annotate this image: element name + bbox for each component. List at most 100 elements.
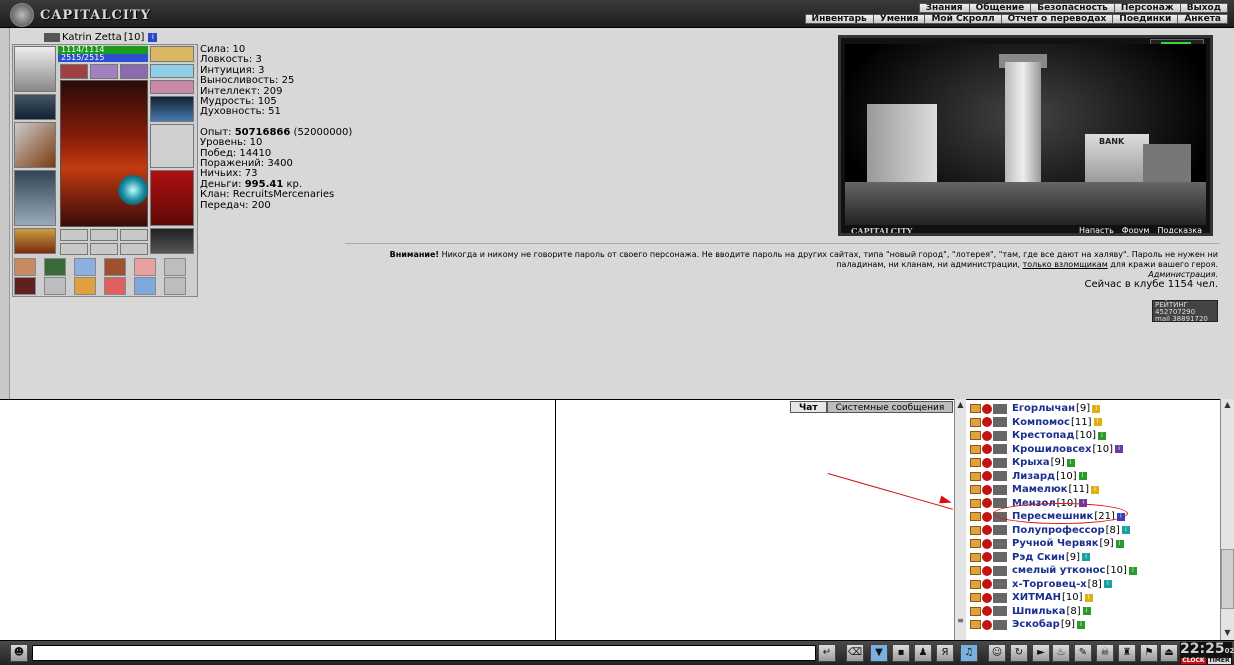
attack-link[interactable]: Напасть	[1079, 226, 1114, 233]
info-icon[interactable]: i	[1084, 593, 1093, 602]
bracers-slot[interactable]	[14, 94, 56, 120]
user-list-item[interactable]: смелый утконос [10] i	[970, 564, 1137, 577]
user-name[interactable]: Крестопад	[1012, 430, 1074, 441]
info-icon[interactable]: i	[1066, 458, 1075, 467]
userlist-scrollbar[interactable]: ▲ ▼	[1220, 399, 1234, 640]
magic-slot-1[interactable]	[60, 64, 88, 79]
inventory-cell[interactable]	[44, 258, 66, 276]
scroll-up-icon[interactable]: ▲	[1221, 399, 1234, 411]
menu-exit[interactable]: Выход	[1179, 3, 1228, 13]
belt-slot[interactable]	[14, 228, 56, 254]
clan-icon[interactable]	[993, 538, 1007, 549]
user-list-item[interactable]: Крестопад [10] i	[970, 429, 1106, 442]
private-message-icon[interactable]	[970, 566, 981, 575]
clan-icon[interactable]	[993, 565, 1007, 576]
magic-slot-2[interactable]	[90, 64, 118, 79]
user-name[interactable]: Рэд Скин	[1012, 552, 1065, 563]
private-message-icon[interactable]	[970, 404, 981, 413]
menu-knowledge[interactable]: Знания	[918, 3, 969, 13]
inventory-cell[interactable]	[14, 258, 36, 276]
user-list-item[interactable]: Рэд Скин [9] i	[970, 551, 1091, 564]
user-list-item[interactable]: Егорлычан [9] i	[970, 402, 1101, 415]
info-icon[interactable]: i	[1092, 404, 1101, 413]
emoticon-icon[interactable]: ☺	[988, 644, 1006, 662]
clan-icon[interactable]	[993, 471, 1007, 481]
orb-item[interactable]	[118, 175, 148, 205]
city-banner[interactable]: BANK CAPITALCITY Напасть Форум Подсказка	[838, 35, 1213, 236]
user-list-item[interactable]: Шпилька [8] i	[970, 605, 1091, 618]
clan-icon[interactable]	[993, 619, 1007, 630]
skull-icon[interactable]: ☠	[1096, 644, 1114, 662]
inventory-cell[interactable]	[74, 258, 96, 276]
tab-system-messages[interactable]: Системные сообщения	[826, 401, 954, 413]
clan-icon[interactable]	[993, 552, 1007, 562]
info-icon[interactable]: i	[1091, 485, 1100, 494]
clan-icon[interactable]	[993, 606, 1007, 616]
empty-slot-5[interactable]	[90, 243, 118, 255]
info-icon[interactable]: i	[1093, 418, 1102, 426]
private-message-icon[interactable]	[970, 593, 981, 602]
info-icon[interactable]: i	[1115, 539, 1124, 548]
info-icon[interactable]: i	[1115, 445, 1124, 453]
private-message-icon[interactable]	[970, 498, 981, 508]
weapon-slot[interactable]	[14, 122, 56, 168]
info-icon[interactable]: i	[1128, 566, 1137, 575]
inventory-cell[interactable]	[134, 258, 156, 276]
user-list-item[interactable]: Мамелюк [11] i	[970, 483, 1100, 496]
user-name[interactable]: ХИТМАН	[1012, 592, 1061, 603]
boots-slot[interactable]	[150, 228, 194, 254]
clan-icon[interactable]	[993, 579, 1007, 589]
inventory-cell[interactable]	[104, 277, 126, 295]
empty-slot-1[interactable]	[60, 229, 88, 241]
private-message-icon[interactable]	[970, 620, 981, 629]
clan-icon[interactable]	[993, 457, 1007, 468]
smiley-icon[interactable]: ☻	[10, 644, 28, 662]
inventory-cell[interactable]	[14, 277, 36, 295]
user-name[interactable]: х-Торговец-х	[1012, 579, 1087, 590]
forum-link[interactable]: Форум	[1122, 226, 1150, 233]
scroll-up-icon[interactable]: ▲	[955, 399, 966, 411]
menu-character[interactable]: Персонаж	[1113, 3, 1180, 13]
potion-icon[interactable]: ♨	[1052, 644, 1070, 662]
private-message-icon[interactable]	[970, 579, 981, 589]
system-messages[interactable]	[556, 399, 954, 640]
user-list-item[interactable]: Крошиловсех [10] i	[970, 443, 1124, 456]
filter-icon[interactable]: ▼	[870, 644, 888, 662]
user-list-item[interactable]: х-Торговец-х [8] i	[970, 578, 1112, 591]
info-icon[interactable]: i	[1082, 607, 1091, 615]
scroll-down-icon[interactable]: ≡	[955, 615, 966, 627]
clan-icon[interactable]	[993, 444, 1007, 454]
private-message-icon[interactable]	[970, 471, 981, 481]
person-icon[interactable]: ♟	[914, 644, 932, 662]
info-icon[interactable]: i	[1082, 553, 1091, 561]
tab-chat[interactable]: Чат	[790, 401, 827, 413]
submenu-battles[interactable]: Поединки	[1112, 14, 1178, 24]
save-icon[interactable]: ▪	[892, 644, 910, 662]
submenu-transfers[interactable]: Отчет о переводах	[1000, 14, 1113, 24]
submenu-inventory[interactable]: Инвентарь	[804, 14, 873, 24]
rating-counter[interactable]: РЕЙТИНГ 452707290 mail 38891720 50981	[1152, 300, 1218, 330]
empty-slot-2[interactable]	[90, 229, 118, 241]
user-name[interactable]: смелый утконос	[1012, 565, 1105, 576]
chat-scrollbar[interactable]: ▲ ≡	[954, 399, 966, 640]
arrow-icon[interactable]: ►	[1032, 644, 1050, 662]
clan-icon[interactable]	[993, 417, 1007, 427]
user-list-item[interactable]: Эскобар [9] i	[970, 618, 1085, 631]
empty-slot-6[interactable]	[120, 243, 148, 255]
chat-messages[interactable]	[0, 399, 556, 640]
clan-icon[interactable]	[993, 525, 1007, 535]
submenu-profile[interactable]: Анкета	[1177, 14, 1228, 24]
exit-icon[interactable]: ⏏	[1160, 644, 1178, 662]
user-list-item[interactable]: Крыха [9] i	[970, 456, 1075, 469]
user-name[interactable]: Шпилька	[1012, 606, 1065, 617]
user-name[interactable]: Мамелюк	[1012, 484, 1068, 495]
clan-icon[interactable]	[993, 403, 1007, 414]
menu-security[interactable]: Безопасность	[1030, 3, 1114, 13]
user-list-item[interactable]: Полупрофессор [8] i	[970, 524, 1130, 537]
inventory-cell[interactable]	[134, 277, 156, 295]
hackers-link[interactable]: только взломщикам	[1023, 260, 1108, 269]
user-list-item[interactable]: Ручной Червяк [9] i	[970, 537, 1124, 550]
menu-communication[interactable]: Общение	[968, 3, 1031, 13]
clan-icon[interactable]	[993, 430, 1007, 441]
chat-input[interactable]	[32, 645, 816, 661]
